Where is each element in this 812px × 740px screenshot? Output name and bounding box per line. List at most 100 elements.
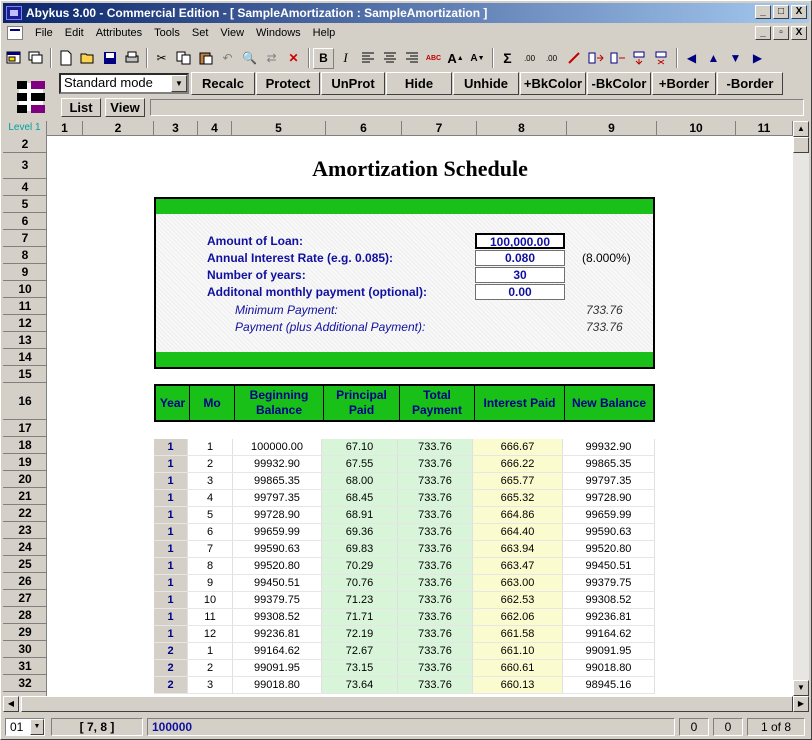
beginning-balance-cell[interactable]: 99865.35 — [233, 473, 322, 490]
row-header-17[interactable]: 17 — [3, 420, 46, 437]
row-header-21[interactable]: 21 — [3, 488, 46, 505]
row-header-27[interactable]: 27 — [3, 590, 46, 607]
cut-icon[interactable]: ✂ — [151, 48, 172, 69]
menu-set[interactable]: Set — [186, 27, 215, 39]
nav-left-icon[interactable]: ◀ — [681, 48, 702, 69]
doc-restore-button[interactable]: ▫ — [773, 26, 789, 40]
insert-column-icon[interactable] — [585, 48, 606, 69]
column-header-11[interactable]: 11 — [736, 121, 793, 136]
principal-paid-cell[interactable]: 69.83 — [322, 541, 398, 558]
total-payment-cell[interactable]: 733.76 — [398, 643, 473, 660]
total-payment-cell[interactable]: 733.76 — [398, 524, 473, 541]
new-balance-cell[interactable]: 99590.63 — [563, 524, 655, 541]
principal-paid-cell[interactable]: 70.29 — [322, 558, 398, 575]
scroll-down-icon[interactable]: ▼ — [793, 680, 809, 696]
add-bkcolor-button[interactable]: +BkColor — [520, 72, 586, 95]
row-header-26[interactable]: 26 — [3, 573, 46, 590]
nav-right-icon[interactable]: ▶ — [747, 48, 768, 69]
year-cell[interactable]: 1 — [154, 609, 188, 626]
beginning-balance-cell[interactable]: 99590.63 — [233, 541, 322, 558]
month-cell[interactable]: 2 — [188, 660, 233, 677]
doc-close-button[interactable]: X — [791, 26, 807, 40]
delete-icon[interactable]: ✕ — [283, 48, 304, 69]
delete-row-icon[interactable] — [651, 48, 672, 69]
row-header-29[interactable]: 29 — [3, 624, 46, 641]
protect-button[interactable]: Protect — [256, 72, 320, 95]
interest-paid-cell[interactable]: 663.47 — [473, 558, 563, 575]
new-file-icon[interactable] — [55, 48, 76, 69]
new-balance-cell[interactable]: 99091.95 — [563, 643, 655, 660]
interest-paid-cell[interactable]: 663.00 — [473, 575, 563, 592]
row-header-5[interactable]: 5 — [3, 196, 46, 213]
principal-paid-cell[interactable]: 67.10 — [322, 439, 398, 456]
new-balance-cell[interactable]: 99450.51 — [563, 558, 655, 575]
total-payment-cell[interactable]: 733.76 — [398, 626, 473, 643]
save-icon[interactable] — [99, 48, 120, 69]
mode-select[interactable]: Standard mode ▼ — [59, 73, 189, 94]
month-cell[interactable]: 9 — [188, 575, 233, 592]
row-header-12[interactable]: 12 — [3, 315, 46, 332]
principal-paid-cell[interactable]: 71.23 — [322, 592, 398, 609]
beginning-balance-cell[interactable]: 99728.90 — [233, 507, 322, 524]
open-folder-icon[interactable] — [77, 48, 98, 69]
new-balance-cell[interactable]: 99164.62 — [563, 626, 655, 643]
principal-paid-cell[interactable]: 68.45 — [322, 490, 398, 507]
year-cell[interactable]: 1 — [154, 490, 188, 507]
list-button[interactable]: List — [61, 98, 101, 117]
maximize-button[interactable]: □ — [773, 5, 789, 19]
replace-icon[interactable]: ⇄ — [261, 48, 282, 69]
year-cell[interactable]: 1 — [154, 575, 188, 592]
new-balance-cell[interactable]: 98945.16 — [563, 677, 655, 694]
year-cell[interactable]: 1 — [154, 456, 188, 473]
total-payment-cell[interactable]: 733.76 — [398, 456, 473, 473]
unprot-button[interactable]: UnProt — [321, 72, 385, 95]
year-cell[interactable]: 1 — [154, 626, 188, 643]
insert-row-icon[interactable] — [629, 48, 650, 69]
draw-line-icon[interactable] — [563, 48, 584, 69]
find-icon[interactable]: 🔍 — [239, 48, 260, 69]
interest-paid-cell[interactable]: 660.61 — [473, 660, 563, 677]
interest-paid-cell[interactable]: 665.77 — [473, 473, 563, 490]
cascade-icon[interactable] — [25, 48, 46, 69]
column-header-9[interactable]: 9 — [567, 121, 657, 136]
year-cell[interactable]: 1 — [154, 558, 188, 575]
column-header-4[interactable]: 4 — [198, 121, 232, 136]
document-icon[interactable] — [7, 26, 23, 40]
principal-paid-cell[interactable]: 68.91 — [322, 507, 398, 524]
principal-paid-cell[interactable]: 71.71 — [322, 609, 398, 626]
interest-paid-cell[interactable]: 663.94 — [473, 541, 563, 558]
align-center-icon[interactable] — [379, 48, 400, 69]
horizontal-scroll-thumb[interactable] — [21, 696, 793, 712]
beginning-balance-cell[interactable]: 99659.99 — [233, 524, 322, 541]
menu-view[interactable]: View — [214, 27, 250, 39]
interest-paid-cell[interactable]: 661.58 — [473, 626, 563, 643]
beginning-balance-cell[interactable]: 99932.90 — [233, 456, 322, 473]
month-cell[interactable]: 5 — [188, 507, 233, 524]
new-balance-cell[interactable]: 99308.52 — [563, 592, 655, 609]
total-payment-cell[interactable]: 733.76 — [398, 439, 473, 456]
sheet-select-chevron-icon[interactable]: ▼ — [30, 719, 44, 735]
decrease-decimal-icon[interactable]: .00 — [541, 48, 562, 69]
nav-down-icon[interactable]: ▼ — [725, 48, 746, 69]
scroll-right-icon[interactable]: ▶ — [793, 696, 809, 712]
year-cell[interactable]: 1 — [154, 541, 188, 558]
total-payment-cell[interactable]: 733.76 — [398, 609, 473, 626]
vertical-scrollbar[interactable]: ▲ ▼ — [793, 121, 809, 696]
column-header-3[interactable]: 3 — [154, 121, 198, 136]
month-cell[interactable]: 1 — [188, 643, 233, 660]
new-balance-cell[interactable]: 99728.90 — [563, 490, 655, 507]
beginning-balance-cell[interactable]: 99450.51 — [233, 575, 322, 592]
beginning-balance-cell[interactable]: 99797.35 — [233, 490, 322, 507]
print-icon[interactable] — [121, 48, 142, 69]
bold-button[interactable]: B — [313, 47, 334, 69]
row-header-3[interactable]: 3 — [3, 153, 46, 179]
row-header-31[interactable]: 31 — [3, 658, 46, 675]
beginning-balance-cell[interactable]: 99236.81 — [233, 626, 322, 643]
beginning-balance-cell[interactable]: 99379.75 — [233, 592, 322, 609]
menu-tools[interactable]: Tools — [148, 27, 186, 39]
new-balance-cell[interactable]: 99018.80 — [563, 660, 655, 677]
column-header-2[interactable]: 2 — [83, 121, 154, 136]
row-header-16[interactable]: 16 — [3, 383, 46, 420]
row-header-7[interactable]: 7 — [3, 230, 46, 247]
principal-paid-cell[interactable]: 72.67 — [322, 643, 398, 660]
